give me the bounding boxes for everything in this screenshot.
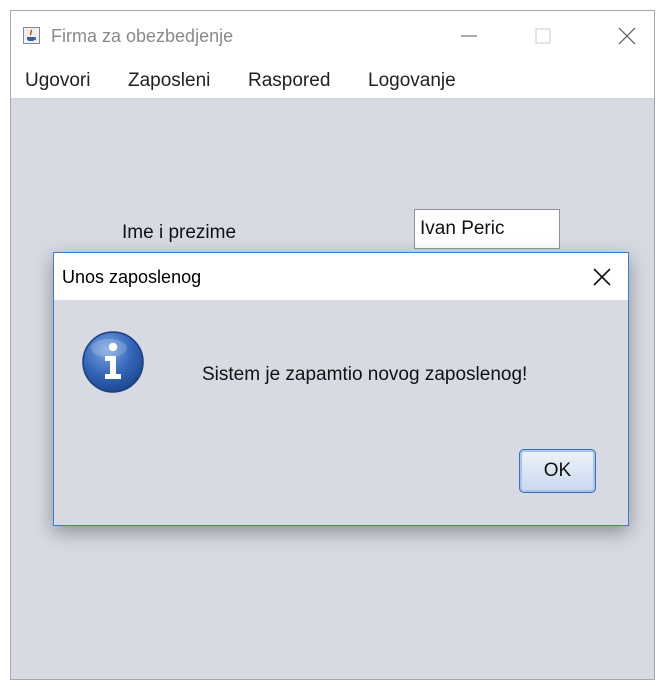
menu-raspored[interactable]: Raspored xyxy=(248,70,330,92)
maximize-icon xyxy=(535,28,551,44)
close-icon xyxy=(593,268,611,286)
menu-logovanje[interactable]: Logovanje xyxy=(368,70,456,92)
minimize-icon xyxy=(461,35,477,37)
name-label: Ime i prezime xyxy=(122,222,237,243)
menu-zaposleni[interactable]: Zaposleni xyxy=(128,70,210,92)
dialog-titlebar[interactable]: Unos zaposlenog xyxy=(54,253,628,300)
menu-bar: Ugovori Zaposleni Raspored Logovanje xyxy=(11,61,654,99)
name-input[interactable]: Ivan Peric xyxy=(414,209,560,249)
dialog-message: Sistem je zapamtio novog zaposlenog! xyxy=(202,364,528,385)
info-icon xyxy=(82,331,144,393)
minimize-button[interactable] xyxy=(446,11,492,61)
close-icon xyxy=(618,27,636,45)
menu-ugovori[interactable]: Ugovori xyxy=(25,70,90,92)
close-button[interactable] xyxy=(604,11,650,61)
window-titlebar[interactable]: Firma za obezbedjenje xyxy=(11,11,654,61)
dialog-title: Unos zaposlenog xyxy=(62,267,202,287)
dialog-close-button[interactable] xyxy=(584,259,620,295)
maximize-button[interactable] xyxy=(520,11,566,61)
ok-button[interactable]: OK xyxy=(519,449,596,493)
java-app-icon xyxy=(23,27,40,44)
window-title: Firma za obezbedjenje xyxy=(51,26,234,46)
message-dialog: Unos zaposlenog Sistem je zapamtio novog… xyxy=(53,252,629,526)
